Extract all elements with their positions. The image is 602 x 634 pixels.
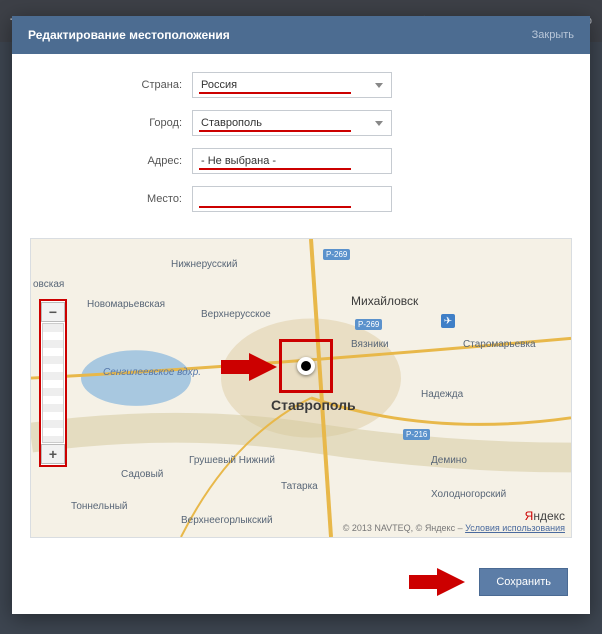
zoom-control: − + (39, 299, 67, 467)
map-town-label: Михайловск (351, 294, 418, 308)
map-town-label: Вязники (351, 339, 389, 350)
map-town-label: Садовый (121, 469, 163, 480)
location-edit-modal: Редактирование местоположения Закрыть Ст… (12, 16, 590, 614)
map-town-label: Нижнерусский (171, 259, 237, 270)
map-town-label: Татарка (281, 481, 318, 492)
road-label: Р-269 (323, 249, 350, 260)
terms-link[interactable]: Условия использования (465, 523, 565, 533)
map-attribution: Яндекс © 2013 NAVTEQ, © Яндекс – Условия… (343, 509, 565, 533)
map-city-main-label: Ставрополь (271, 397, 356, 413)
address-input[interactable] (201, 155, 383, 167)
place-label: Место: (42, 193, 192, 205)
map-town-label: овская (33, 279, 64, 290)
city-label: Город: (42, 117, 192, 129)
annotation-arrow-icon (437, 568, 465, 596)
map-town-label: Тоннельный (71, 501, 128, 512)
map-town-label: Старомарьевка (463, 339, 536, 350)
map-town-label: Грушевый Нижний (189, 455, 275, 466)
form-area: Страна: Россия Город: Ставрополь Адрес: (12, 54, 590, 234)
country-label: Страна: (42, 79, 192, 91)
highlight-underline (199, 130, 351, 132)
zoom-out-button[interactable]: − (41, 302, 65, 322)
map-town-label: Новомарьевская (87, 299, 165, 310)
place-input-wrap (192, 186, 392, 212)
road-label: Р-216 (403, 429, 430, 440)
address-label: Адрес: (42, 155, 192, 167)
save-button[interactable]: Сохранить (479, 568, 568, 596)
city-value: Ставрополь (201, 117, 262, 129)
yandex-logo: Яндекс (343, 509, 565, 523)
chevron-down-icon (375, 121, 383, 126)
highlight-underline (199, 168, 351, 170)
map-town-label: Демино (431, 455, 467, 466)
modal-footer: Сохранить (12, 550, 590, 614)
address-input-wrap (192, 148, 392, 174)
modal-title: Редактирование местоположения (28, 28, 230, 42)
map-pin-icon[interactable] (297, 357, 315, 375)
zoom-in-button[interactable]: + (41, 444, 65, 464)
place-input[interactable] (201, 193, 383, 205)
annotation-pin-highlight (279, 339, 333, 393)
airport-icon: ✈ (441, 314, 455, 328)
map[interactable]: Нижнерусский овская Новомарьевская Верхнеру… (30, 238, 572, 538)
country-select[interactable]: Россия (192, 72, 392, 98)
map-town-label: Верхнеегорлыкский (181, 515, 273, 526)
map-town-label: Надежда (421, 389, 463, 400)
highlight-underline (199, 92, 351, 94)
annotation-arrow-icon (249, 353, 277, 381)
road-label: Р-269 (355, 319, 382, 330)
highlight-underline (199, 206, 351, 208)
zoom-slider[interactable] (42, 323, 64, 443)
close-button[interactable]: Закрыть (532, 29, 574, 41)
map-town-label: Холодногорский (431, 489, 506, 500)
modal-header: Редактирование местоположения Закрыть (12, 16, 590, 54)
city-select[interactable]: Ставрополь (192, 110, 392, 136)
chevron-down-icon (375, 83, 383, 88)
country-value: Россия (201, 79, 237, 91)
map-town-label: Верхнерусское (201, 309, 271, 320)
map-town-label: Сенгилеевское вдхр. (103, 367, 201, 378)
